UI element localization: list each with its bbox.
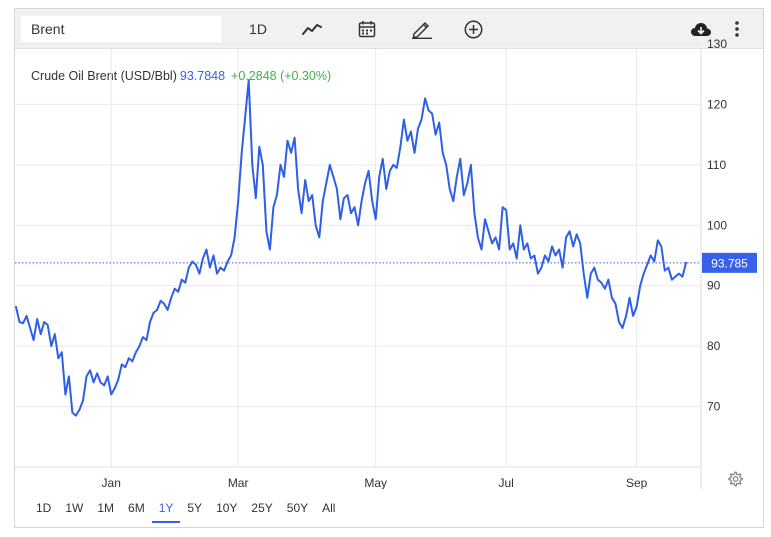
x-tick-label: Jul (498, 476, 513, 489)
y-tick-label: 70 (707, 400, 721, 414)
series-line (15, 79, 687, 417)
range-button-all[interactable]: All (315, 497, 342, 525)
range-button-1m[interactable]: 1M (90, 497, 121, 525)
y-tick-label: 120 (707, 97, 727, 111)
x-tick-label: May (364, 476, 387, 489)
y-tick-label: 80 (707, 339, 721, 353)
y-tick-label: 130 (707, 37, 727, 51)
y-tick-label: 100 (707, 218, 727, 232)
x-tick-label: Sep (626, 476, 648, 489)
y-tick-label: 90 (707, 279, 721, 293)
range-button-5y[interactable]: 5Y (180, 497, 209, 525)
range-button-50y[interactable]: 50Y (280, 497, 315, 525)
x-tick-label: Jan (102, 476, 121, 489)
y-tick-label: 110 (707, 158, 726, 172)
range-button-25y[interactable]: 25Y (244, 497, 279, 525)
chart-widget: 1D (14, 8, 764, 528)
x-tick-label: Mar (228, 476, 249, 489)
range-button-1w[interactable]: 1W (58, 497, 90, 525)
last-value-label: 93.785 (711, 256, 748, 270)
range-button-10y[interactable]: 10Y (209, 497, 244, 525)
settings-gear-icon[interactable] (727, 471, 743, 487)
range-button-6m[interactable]: 6M (121, 497, 152, 525)
range-button-1d[interactable]: 1D (29, 497, 58, 525)
range-button-1y[interactable]: 1Y (151, 497, 181, 525)
range-selector: 1D 1W 1M 6M 1Y 5Y 10Y 25Y 50Y All (29, 497, 342, 525)
price-chart[interactable]: Jan Mar May Jul Sep 70 80 90 100 110 120 130 93.78… (15, 9, 763, 489)
